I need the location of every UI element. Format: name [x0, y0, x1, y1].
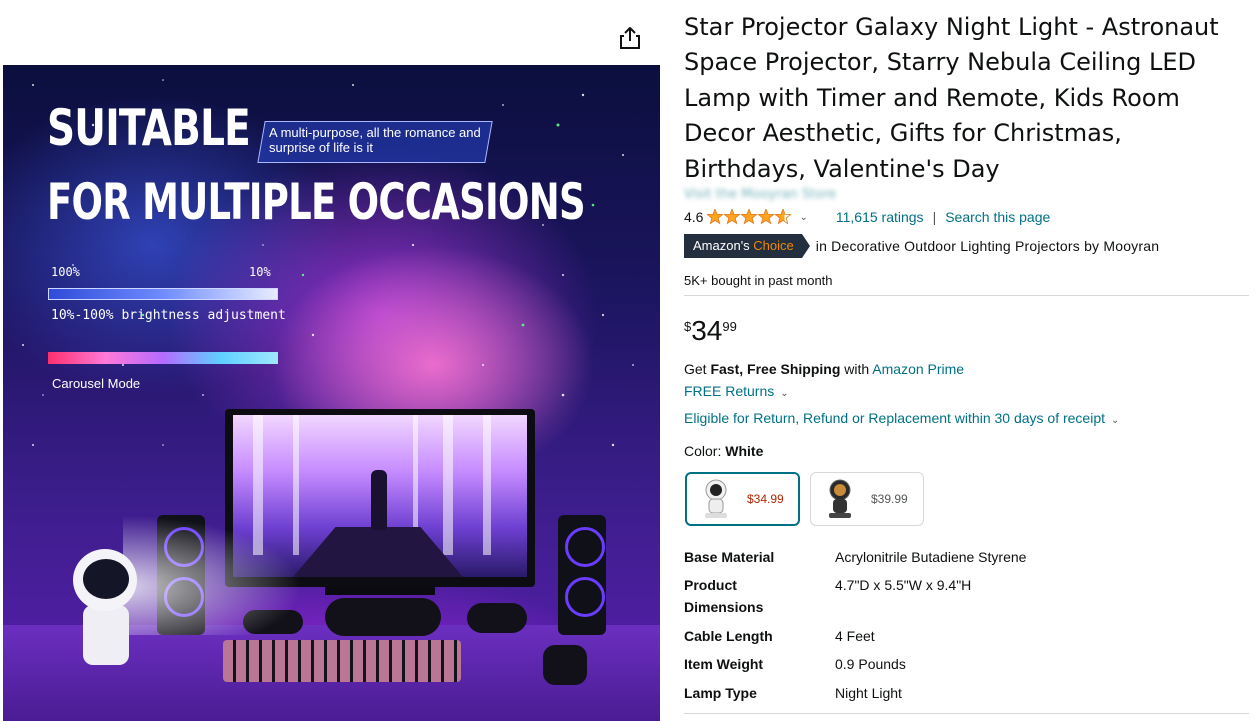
price-whole: 34: [691, 315, 723, 346]
spec-key: Product Dimensions: [684, 577, 764, 615]
ratings-count-link[interactable]: 11,615 ratings: [836, 209, 924, 225]
star-icon: [707, 209, 725, 225]
option-price: $34.99: [747, 492, 784, 506]
star-icon: [774, 209, 793, 225]
free-returns-link[interactable]: FREE Returns: [684, 383, 774, 399]
search-page-link[interactable]: Search this page: [945, 209, 1050, 225]
color-option-white[interactable]: $34.99: [685, 472, 800, 526]
star-icon: [740, 209, 759, 225]
option-price: $39.99: [871, 492, 908, 506]
badge-prefix: Amazon's: [693, 238, 750, 253]
share-icon[interactable]: [617, 25, 643, 51]
spec-key: Base Material: [684, 549, 775, 565]
bought-count: 5K+ bought in past month: [684, 273, 833, 288]
spec-key: Cable Length: [684, 628, 773, 644]
spec-value: Night Light: [835, 685, 902, 701]
rating-value: 4.6: [684, 209, 704, 225]
badge-accent: Choice: [753, 238, 794, 253]
star-rating-icon[interactable]: [707, 209, 793, 225]
carousel-label: Carousel Mode: [52, 376, 141, 391]
spec-value: Acrylonitrile Butadiene Styrene: [835, 549, 1027, 565]
hero-subheadline: FOR MULTIPLE OCCASIONS: [47, 173, 586, 231]
astronaut-body: [83, 605, 129, 665]
monitor-stand: [325, 585, 435, 595]
divider: [684, 713, 1249, 714]
shipping-middle: with: [840, 361, 873, 377]
product-title: Star Projector Galaxy Night Light - Astr…: [684, 13, 1219, 183]
chevron-down-icon[interactable]: ⌄: [799, 212, 807, 223]
carousel-bar: [48, 352, 278, 364]
star-icon: [723, 209, 742, 225]
light-beam: [123, 515, 303, 635]
price-symbol: $: [684, 319, 692, 334]
amazons-choice-row: Amazon's Choice in Decorative Outdoor Li…: [684, 234, 1159, 258]
bar-left-label: 100%: [51, 265, 80, 279]
spec-value: 4 Feet: [835, 628, 875, 644]
shipping-bold: Fast, Free Shipping: [710, 361, 841, 377]
store-link[interactable]: Visit the Mooyran Store: [684, 187, 850, 203]
bar-right-label: 10%: [249, 265, 271, 279]
shipping-info: Get Fast, Free Shipping with Amazon Prim…: [684, 361, 964, 377]
star-icon: [757, 209, 776, 225]
hero-headline: SUITABLE: [47, 99, 251, 157]
divider: [684, 295, 1249, 296]
keyboard-illustration: [223, 640, 461, 682]
spec-value: 0.9 Pounds: [835, 656, 906, 672]
color-value: White: [725, 443, 764, 459]
gamepad-illustration: [467, 603, 527, 633]
hero-callout-text: A multi-purpose, all the romance and sur…: [269, 125, 481, 155]
spec-value: 4.7"D x 5.5"W x 9.4"H: [835, 577, 972, 593]
badge-context[interactable]: in Decorative Outdoor Lighting Projector…: [816, 238, 1159, 254]
free-returns[interactable]: FREE Returns ⌄: [684, 383, 789, 399]
brightness-bar: [48, 288, 278, 300]
separator: |: [932, 209, 937, 225]
astronaut-dark-thumbnail: [823, 478, 857, 520]
speaker-right: [558, 515, 606, 635]
amazons-choice-badge[interactable]: Amazon's Choice: [684, 234, 810, 258]
chevron-down-icon[interactable]: ⌄: [780, 388, 788, 399]
mouse-illustration: [543, 645, 587, 685]
chevron-down-icon[interactable]: ⌄: [1111, 415, 1119, 426]
price-fraction: 99: [722, 319, 737, 334]
return-eligibility[interactable]: Eligible for Return, Refund or Replaceme…: [684, 410, 1119, 426]
color-label: Color: White: [684, 443, 763, 459]
rating-row: 4.6 ⌄ 11,615 ratings | Search this page: [684, 207, 1059, 227]
astronaut-white-thumbnail: [699, 478, 733, 520]
controller-illustration: [325, 598, 441, 636]
product-main-image[interactable]: SUITABLE FOR MULTIPLE OCCASIONS A multi-…: [3, 65, 660, 721]
return-eligibility-link[interactable]: Eligible for Return, Refund or Replaceme…: [684, 410, 1105, 426]
prime-link[interactable]: Amazon Prime: [872, 361, 964, 377]
spec-key: Item Weight: [684, 656, 764, 672]
color-option-other[interactable]: $39.99: [810, 472, 924, 526]
shipping-prefix: Get: [684, 361, 711, 377]
astronaut-visor: [83, 559, 129, 599]
color-label-text: Color:: [684, 443, 722, 459]
brightness-label: 10%-100% brightness adjustment: [51, 308, 286, 323]
spec-key: Lamp Type: [684, 685, 757, 701]
price: $ 34 99: [684, 314, 737, 348]
